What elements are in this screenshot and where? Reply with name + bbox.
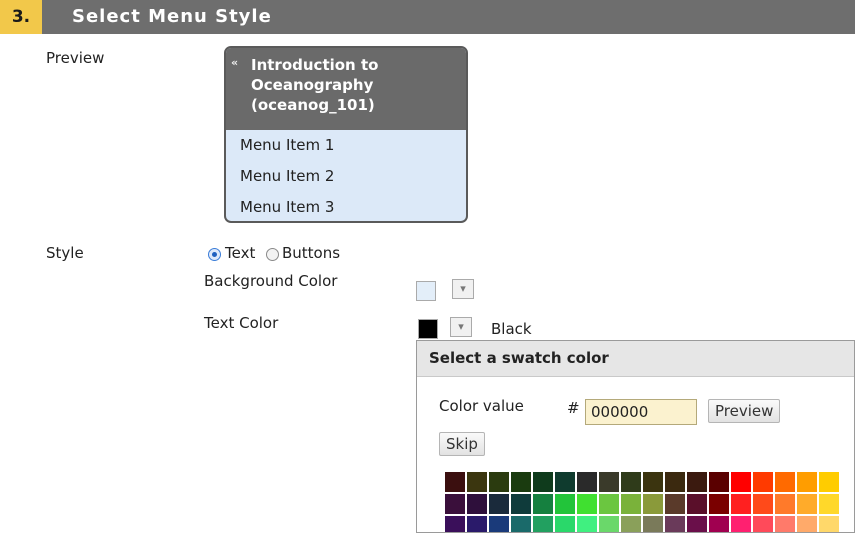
chevron-down-icon: ▾ [458, 320, 464, 333]
palette-row [445, 472, 841, 494]
palette-swatch[interactable] [577, 472, 597, 492]
palette-swatch[interactable] [533, 516, 553, 532]
palette-swatch[interactable] [577, 516, 597, 532]
palette-swatch[interactable] [467, 472, 487, 492]
palette-swatch[interactable] [709, 472, 729, 492]
preview-menu-item: Menu Item 2 [240, 167, 335, 185]
palette-swatch[interactable] [709, 494, 729, 514]
palette-swatch[interactable] [511, 472, 531, 492]
palette-swatch[interactable] [709, 516, 729, 532]
menu-title-line-3: (oceanog_101) [251, 96, 375, 114]
palette-swatch[interactable] [599, 516, 619, 532]
palette-swatch[interactable] [621, 494, 641, 514]
palette-swatch[interactable] [533, 472, 553, 492]
palette-swatch[interactable] [797, 494, 817, 514]
palette-swatch[interactable] [775, 494, 795, 514]
palette-swatch[interactable] [467, 494, 487, 514]
text-color-name: Black [491, 320, 532, 338]
palette-swatch[interactable] [467, 516, 487, 532]
preview-button[interactable]: Preview [708, 399, 781, 423]
palette-swatch[interactable] [731, 472, 751, 492]
preview-label: Preview [46, 49, 105, 67]
palette-swatch[interactable] [687, 494, 707, 514]
palette-swatch[interactable] [797, 516, 817, 532]
palette-swatch[interactable] [797, 472, 817, 492]
menu-preview: « Introduction to Oceanography (oceanog_… [224, 46, 468, 223]
palette-swatch[interactable] [643, 516, 663, 532]
palette-row [445, 494, 841, 516]
palette-swatch[interactable] [621, 516, 641, 532]
palette-swatch[interactable] [819, 516, 839, 532]
background-color-label: Background Color [204, 272, 338, 290]
preview-menu-item: Menu Item 1 [240, 136, 335, 154]
popup-title: Select a swatch color [417, 341, 854, 377]
palette-swatch[interactable] [489, 472, 509, 492]
palette-swatch[interactable] [445, 494, 465, 514]
palette-swatch[interactable] [753, 494, 773, 514]
palette-swatch[interactable] [533, 494, 553, 514]
palette-swatch[interactable] [731, 516, 751, 532]
color-value-input[interactable] [585, 399, 697, 425]
color-palette [445, 472, 841, 532]
palette-swatch[interactable] [511, 494, 531, 514]
palette-swatch[interactable] [775, 472, 795, 492]
style-buttons-radio[interactable] [266, 248, 279, 261]
background-color-dropdown-button[interactable]: ▾ [452, 279, 474, 299]
hash-label: # [567, 399, 580, 417]
palette-swatch[interactable] [775, 516, 795, 532]
section-header: 3. Select Menu Style [0, 0, 855, 34]
palette-swatch[interactable] [665, 494, 685, 514]
section-title: Select Menu Style [72, 6, 272, 27]
menu-title-line-1: Introduction to [251, 56, 379, 74]
style-label: Style [46, 244, 84, 262]
skip-button[interactable]: Skip [439, 432, 485, 456]
palette-swatch[interactable] [555, 494, 575, 514]
palette-swatch[interactable] [687, 516, 707, 532]
palette-swatch[interactable] [643, 472, 663, 492]
palette-swatch[interactable] [555, 516, 575, 532]
palette-swatch[interactable] [621, 472, 641, 492]
palette-row [445, 516, 841, 532]
palette-swatch[interactable] [489, 494, 509, 514]
palette-swatch[interactable] [445, 472, 465, 492]
chevron-down-icon: ▾ [460, 282, 466, 295]
palette-swatch[interactable] [643, 494, 663, 514]
palette-swatch[interactable] [731, 494, 751, 514]
section-number: 3. [0, 0, 42, 34]
palette-swatch[interactable] [819, 472, 839, 492]
text-color-label: Text Color [204, 314, 279, 332]
palette-swatch[interactable] [687, 472, 707, 492]
palette-swatch[interactable] [445, 516, 465, 532]
palette-swatch[interactable] [555, 472, 575, 492]
style-buttons-label[interactable]: Buttons [282, 244, 340, 262]
palette-swatch[interactable] [665, 516, 685, 532]
palette-swatch[interactable] [489, 516, 509, 532]
palette-swatch[interactable] [599, 494, 619, 514]
style-text-label[interactable]: Text [225, 244, 255, 262]
text-color-swatch[interactable] [418, 319, 438, 339]
style-text-radio[interactable] [208, 248, 221, 261]
palette-swatch[interactable] [511, 516, 531, 532]
color-value-label: Color value [439, 397, 524, 415]
swatch-color-popup: Select a swatch color Color value # Prev… [416, 340, 855, 533]
palette-swatch[interactable] [819, 494, 839, 514]
background-color-swatch[interactable] [416, 281, 436, 301]
palette-swatch[interactable] [599, 472, 619, 492]
menu-preview-header: « Introduction to Oceanography (oceanog_… [226, 48, 466, 130]
preview-menu-item: Menu Item 3 [240, 198, 335, 216]
text-color-dropdown-button[interactable]: ▾ [450, 317, 472, 337]
collapse-caret-icon: « [231, 56, 239, 69]
palette-swatch[interactable] [665, 472, 685, 492]
palette-swatch[interactable] [577, 494, 597, 514]
menu-title-line-2: Oceanography [251, 76, 374, 94]
palette-swatch[interactable] [753, 472, 773, 492]
palette-swatch[interactable] [753, 516, 773, 532]
